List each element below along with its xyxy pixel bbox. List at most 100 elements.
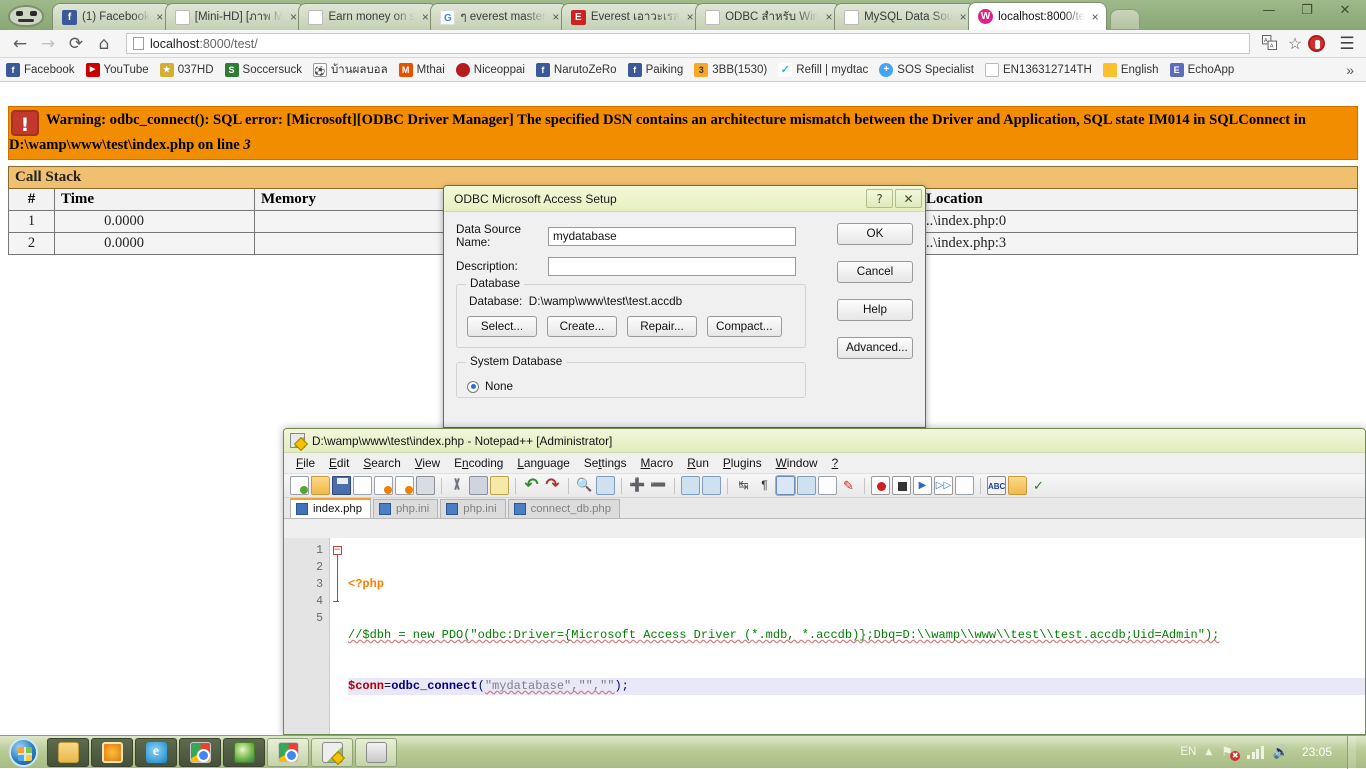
home-icon[interactable]: ⌂	[90, 34, 118, 54]
print-icon[interactable]	[416, 476, 435, 495]
copy-icon[interactable]	[469, 476, 488, 495]
folder-as-workspace-icon[interactable]	[1008, 476, 1027, 495]
maximize-button[interactable]: ❐	[1288, 0, 1326, 21]
show-all-chars-icon[interactable]: ¶	[755, 476, 774, 495]
taskbar-windows-explorer[interactable]	[47, 737, 89, 767]
start-button[interactable]	[0, 737, 46, 768]
bookmark-facebook[interactable]: f Facebook	[6, 62, 75, 77]
document-map-icon[interactable]	[818, 476, 837, 495]
bookmark-niceoppai[interactable]: Niceoppai	[455, 62, 525, 77]
odbc-setup-dialog[interactable]: ODBC Microsoft Access Setup ? ✕ Data Sou…	[443, 185, 926, 428]
description-input[interactable]	[548, 257, 796, 276]
menu-plugins[interactable]: Plugins	[716, 456, 769, 470]
npp-tab-php-ini-1[interactable]: php.ini	[373, 499, 439, 518]
network-error-icon[interactable]: ⚑ ✖	[1221, 745, 1241, 761]
taskbar-wampserver[interactable]	[223, 737, 265, 767]
tab-close-icon[interactable]: ×	[1088, 10, 1102, 24]
record-macro-icon[interactable]	[871, 476, 890, 495]
word-wrap-icon[interactable]: ↹	[734, 476, 753, 495]
spell-check-icon[interactable]: ABC	[987, 476, 1006, 495]
bookmarks-overflow-icon[interactable]: »	[1346, 62, 1360, 78]
notepadpp-editor[interactable]: 1 2 3 4 5 − <?php //$dbh = new PDO("odbc…	[284, 538, 1365, 734]
new-file-icon[interactable]	[290, 476, 309, 495]
menu-run[interactable]: Run	[680, 456, 716, 470]
browser-tab-7-active[interactable]: W localhost:8000/te ×	[968, 2, 1108, 30]
page-info-icon[interactable]	[133, 37, 144, 50]
sync-vertical-icon[interactable]	[681, 476, 700, 495]
ok-button[interactable]: OK	[837, 223, 913, 245]
function-list-icon[interactable]: ✎	[839, 476, 858, 495]
bookmark-037hd[interactable]: ★ 037HD	[159, 62, 214, 77]
browser-tab-1[interactable]: [Mini-HD] [ภาพ M ×	[164, 3, 306, 30]
browser-tab-6[interactable]: MySQL Data Sou ×	[834, 3, 976, 30]
volume-icon[interactable]: 🔊	[1273, 745, 1289, 760]
user-define-dialog-icon[interactable]	[797, 476, 816, 495]
cancel-button[interactable]: Cancel	[837, 261, 913, 283]
bookmark-soccersuck[interactable]: S Soccersuck	[224, 62, 302, 77]
help-button[interactable]: ?	[866, 189, 893, 208]
taskbar-windows-media-player[interactable]	[91, 737, 133, 767]
translate-icon[interactable]: AA	[1256, 34, 1282, 53]
menu-file[interactable]: File	[289, 456, 322, 470]
menu-settings[interactable]: Settings	[577, 456, 634, 470]
taskbar-notepadpp-window[interactable]	[311, 737, 353, 767]
browser-tab-4[interactable]: E Everest เอาวะเรส ×	[560, 3, 703, 30]
paste-icon[interactable]	[490, 476, 509, 495]
playback-macro-icon[interactable]: ▶	[913, 476, 932, 495]
address-bar[interactable]: localhost:8000/test/	[126, 33, 1250, 54]
chrome-menu-icon[interactable]: ☰	[1334, 34, 1360, 54]
taskbar-clock[interactable]: 23:05	[1302, 745, 1332, 759]
menu-macro[interactable]: Macro	[633, 456, 680, 470]
back-icon[interactable]: ←	[6, 34, 34, 54]
menu-window[interactable]: Window	[769, 456, 825, 470]
open-file-icon[interactable]	[311, 476, 330, 495]
fold-toggle-icon[interactable]: −	[332, 546, 342, 555]
show-desktop-button[interactable]	[1347, 735, 1356, 769]
taskbar-internet-explorer[interactable]: e	[135, 737, 177, 767]
bookmark-refill-mydtac[interactable]: ✓ Refill | mydtac	[778, 62, 868, 77]
browser-tab-2[interactable]: Earn money on s ×	[298, 3, 438, 30]
bookmark-narutozero[interactable]: f NarutoZeRo	[535, 62, 617, 77]
close-icon[interactable]: ✕	[895, 189, 922, 208]
help-side-button[interactable]: Help	[837, 299, 913, 321]
menu-search[interactable]: Search	[356, 456, 407, 470]
run-icon[interactable]: ✓	[1029, 476, 1048, 495]
menu-view[interactable]: View	[408, 456, 447, 470]
code-area[interactable]: <?php //$dbh = new PDO("odbc:Driver={Mic…	[344, 538, 1365, 734]
save-macro-icon[interactable]	[955, 476, 974, 495]
bookmark-youtube[interactable]: ▶ YouTube	[85, 62, 149, 77]
redo-icon[interactable]: ↷	[543, 476, 562, 495]
menu-language[interactable]: Language	[510, 456, 577, 470]
close-button[interactable]: ✕	[1326, 0, 1364, 21]
zoom-in-icon[interactable]: ➕	[628, 476, 647, 495]
minimize-button[interactable]: —	[1250, 0, 1288, 21]
forward-icon[interactable]: →	[34, 34, 62, 54]
save-all-icon[interactable]	[353, 476, 372, 495]
bookmark-banphonbon[interactable]: ⚽ บ้านผลบอล	[312, 61, 388, 79]
run-macro-multiple-icon[interactable]: ▷▷	[934, 476, 953, 495]
menu-edit[interactable]: Edit	[322, 456, 356, 470]
npp-tab-connect-db-php[interactable]: connect_db.php	[507, 499, 620, 518]
bookmark-sos-specialist[interactable]: + SOS Specialist	[879, 62, 974, 77]
find-icon[interactable]: 🔍	[575, 476, 594, 495]
system-db-none-option[interactable]: None	[467, 380, 795, 393]
indent-guide-icon[interactable]	[775, 475, 796, 496]
select-button[interactable]: Select...	[467, 316, 537, 337]
repair-button[interactable]: Repair...	[627, 316, 697, 337]
browser-tab-3[interactable]: G ๆ everest master ×	[430, 3, 568, 30]
bookmark-echoapp[interactable]: E EchoApp	[1169, 62, 1234, 77]
create-button[interactable]: Create...	[547, 316, 617, 337]
menu-encoding[interactable]: Encoding	[447, 456, 510, 470]
bookmark-folder-english[interactable]: English	[1102, 62, 1159, 77]
new-tab-button[interactable]	[1110, 9, 1141, 29]
bookmark-paiking[interactable]: f Paiking	[627, 62, 683, 77]
show-hidden-icons-icon[interactable]: ▲	[1205, 747, 1212, 757]
advanced-button[interactable]: Advanced...	[837, 337, 913, 359]
taskbar-chrome-window[interactable]	[267, 737, 309, 767]
bookmark-3bb[interactable]: 3 3BB(1530)	[694, 62, 767, 77]
reload-icon[interactable]: ⟳	[62, 34, 90, 54]
bookmark-star-icon[interactable]: ☆	[1282, 34, 1308, 54]
npp-tab-index-php[interactable]: index.php	[290, 498, 371, 518]
data-source-name-input[interactable]	[548, 226, 796, 246]
save-icon[interactable]	[332, 476, 351, 495]
